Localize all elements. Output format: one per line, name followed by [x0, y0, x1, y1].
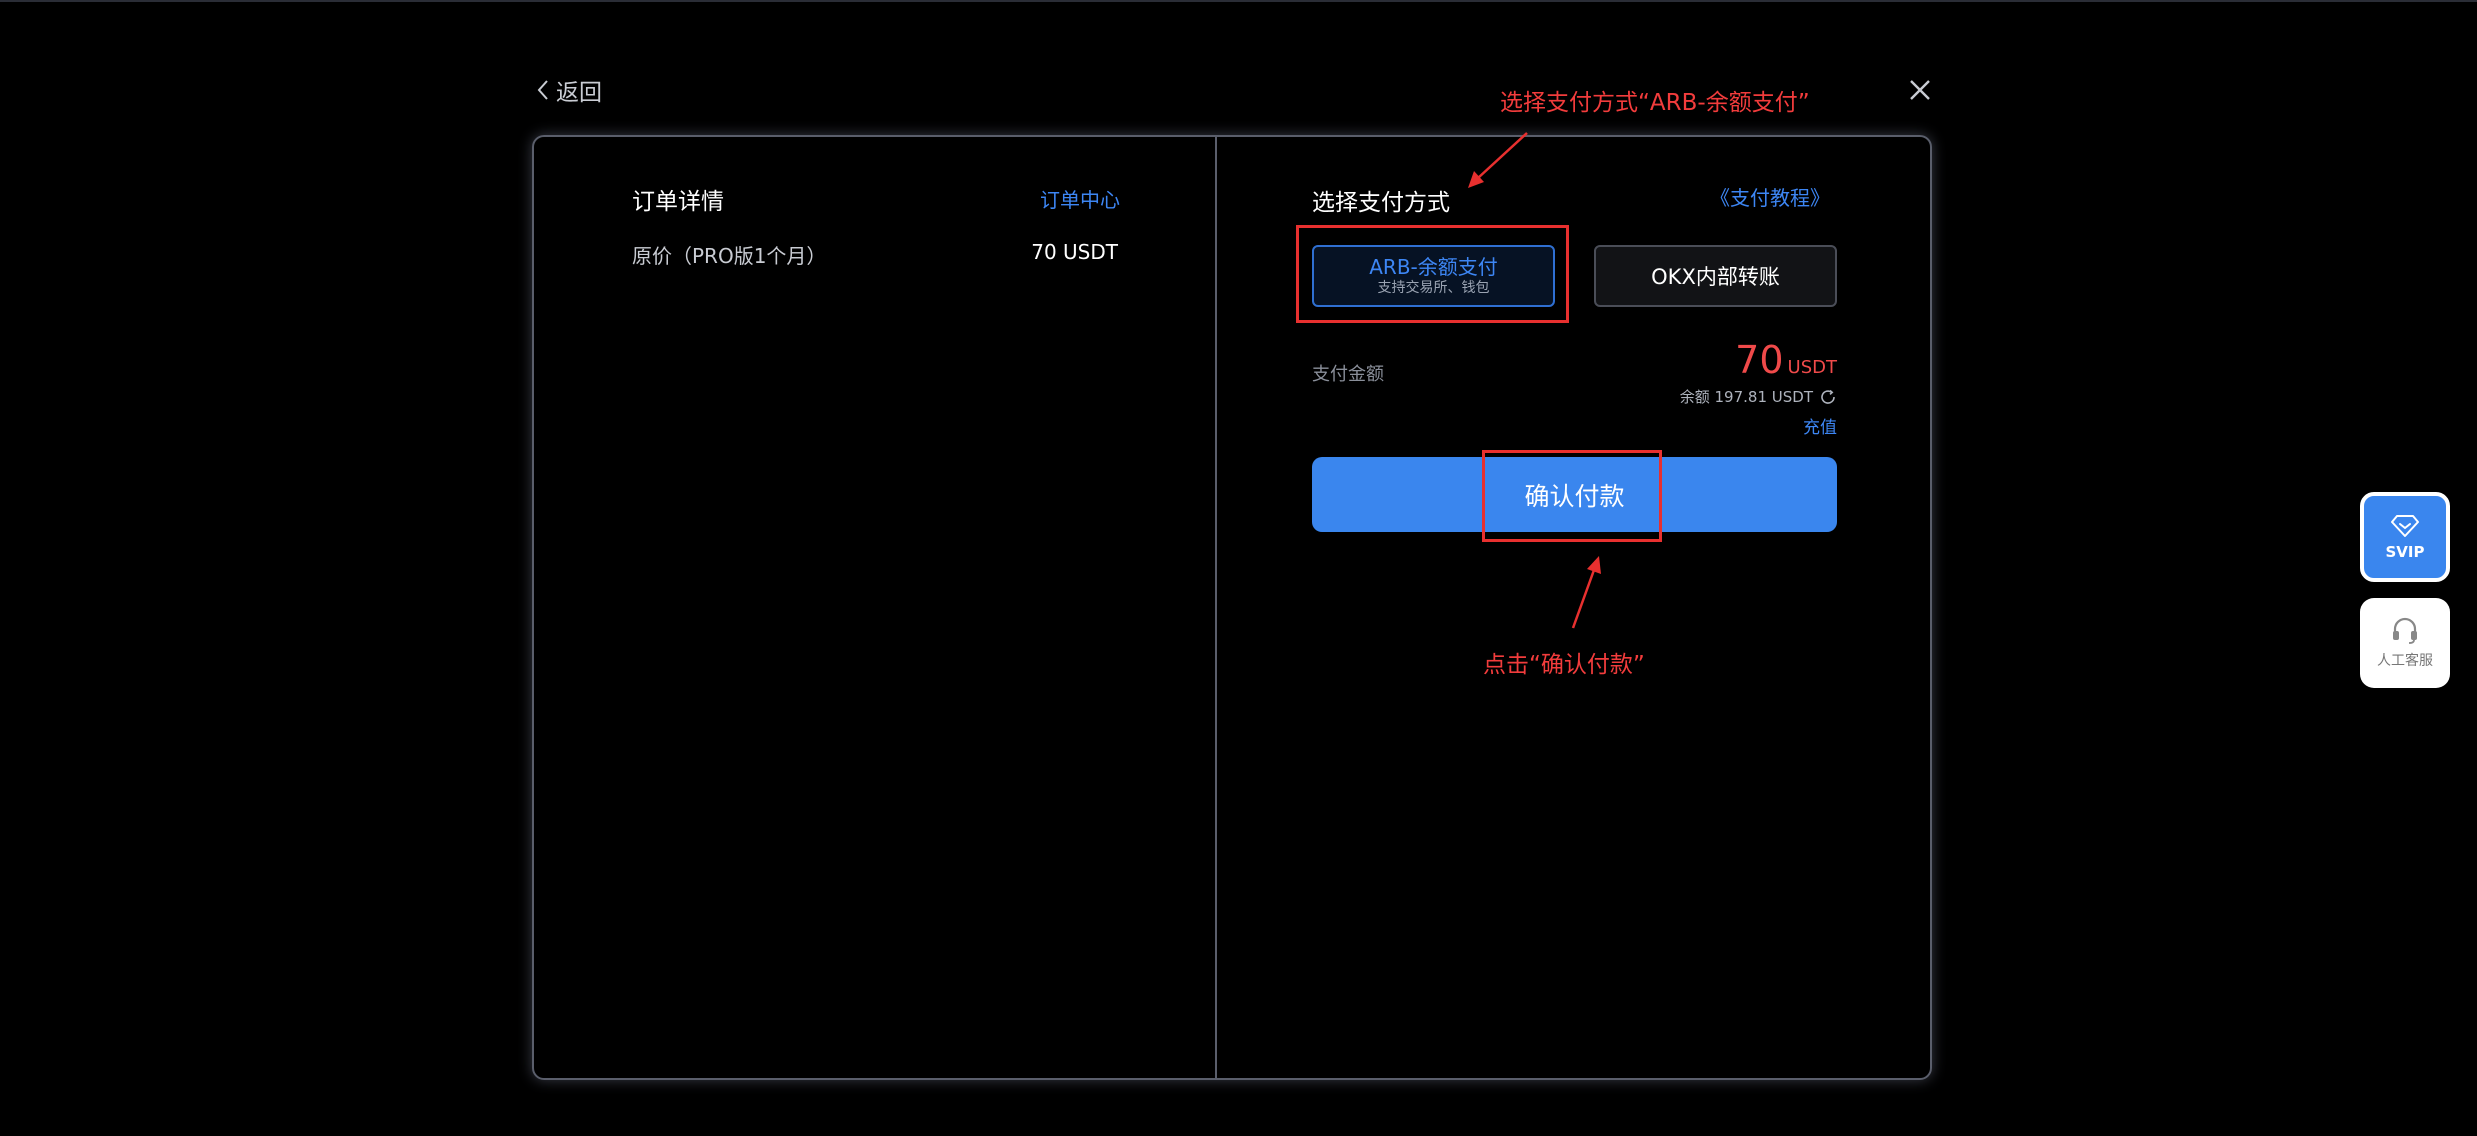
recharge-link[interactable]: 充值	[1760, 413, 1837, 438]
payment-method-title: 选择支付方式	[1312, 190, 1450, 216]
original-price-label: 原价（PRO版1个月）	[632, 244, 827, 268]
pay-amount-unit: USDT	[1787, 357, 1837, 378]
back-button[interactable]: 返回	[536, 70, 602, 110]
payment-option-okx[interactable]: OKX内部转账	[1594, 245, 1837, 307]
chevron-left-icon	[537, 80, 548, 100]
close-icon	[1910, 80, 1930, 100]
customer-service-button[interactable]: 人工客服	[2360, 598, 2450, 688]
payment-option-okx-label: OKX内部转账	[1651, 265, 1780, 289]
customer-service-label: 人工客服	[2377, 653, 2433, 669]
highlight-box-confirm-button	[1482, 450, 1662, 542]
diamond-icon	[2391, 515, 2419, 537]
payment-tutorial-link[interactable]: 《支付教程》	[1670, 182, 1830, 211]
top-border	[0, 0, 2477, 2]
order-center-link[interactable]: 订单中心	[1040, 184, 1120, 213]
balance-text: 余额 197.81 USDT	[1679, 388, 1813, 406]
svip-label: SVIP	[2385, 543, 2425, 561]
pay-amount: 70 USDT	[1650, 338, 1837, 382]
back-label: 返回	[556, 80, 602, 106]
pay-amount-label: 支付金额	[1312, 364, 1384, 385]
headset-icon	[2393, 617, 2417, 644]
annotation-select-payment: 选择支付方式“ARB-余额支付”	[1500, 90, 1810, 116]
original-price-value: 70 USDT	[1031, 240, 1118, 264]
panel-divider	[1215, 137, 1217, 1078]
refresh-icon[interactable]	[1819, 388, 1837, 406]
order-details-title: 订单详情	[632, 189, 724, 215]
balance-row: 余额 197.81 USDT	[1560, 386, 1837, 407]
annotation-click-confirm: 点击“确认付款”	[1483, 652, 1645, 678]
highlight-box-arb-option	[1296, 225, 1569, 323]
svip-button[interactable]: SVIP	[2360, 492, 2450, 582]
close-button[interactable]	[1900, 70, 1940, 110]
pay-amount-value: 70	[1735, 338, 1784, 382]
